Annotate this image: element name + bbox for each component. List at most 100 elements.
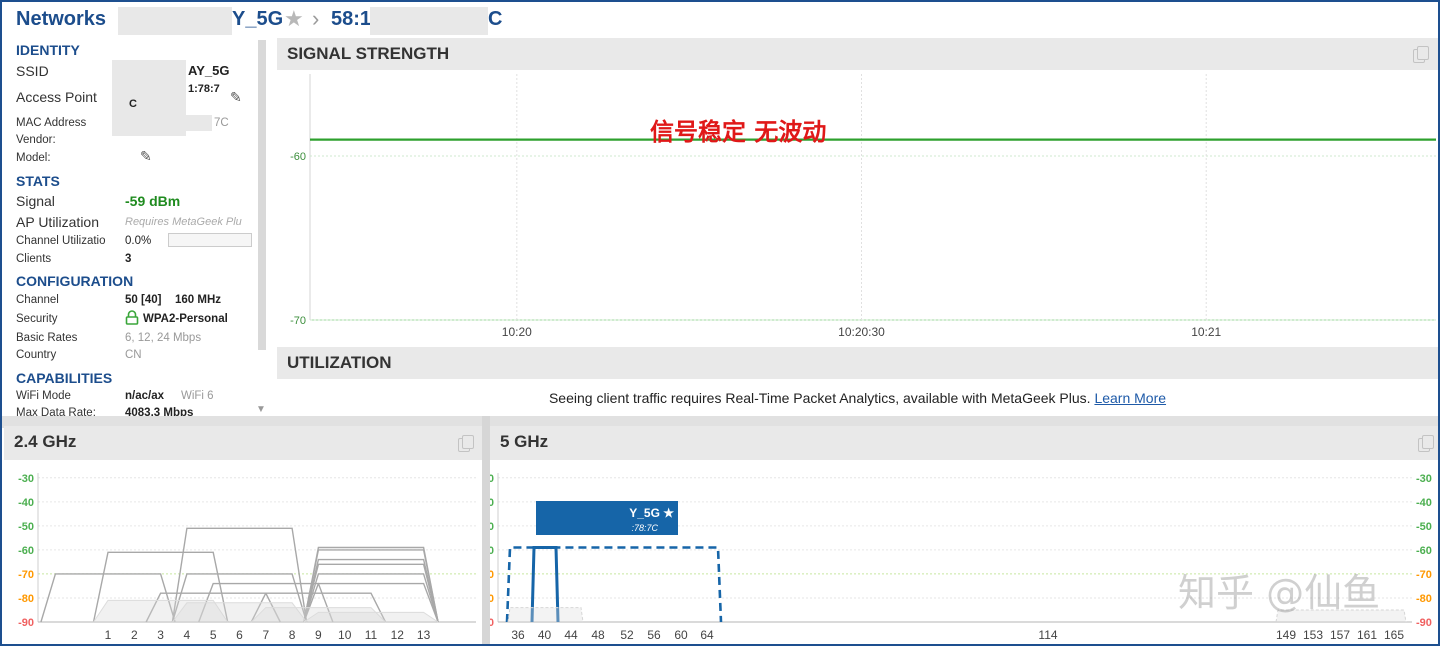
y-tick-label: -40 bbox=[490, 497, 494, 509]
breadcrumb: Networks Y_5G ★ › 58:1 C bbox=[2, 2, 1438, 38]
x-tick-label: 7 bbox=[262, 628, 269, 642]
redacted-ap-address bbox=[370, 7, 488, 35]
channel-value: 50 [40] bbox=[125, 294, 162, 306]
ssid-value: AY_5G bbox=[188, 63, 230, 78]
country-label: Country bbox=[16, 349, 57, 361]
identity-heading: IDENTITY bbox=[16, 42, 80, 58]
x-tick-label: 114 bbox=[1038, 628, 1057, 642]
security-value: WPA2-Personal bbox=[143, 313, 228, 325]
access-point-value: 1:78:7 bbox=[188, 83, 220, 95]
annotation-text: 信号稳定 无波动 bbox=[650, 118, 827, 146]
band-5-title: 5 GHz bbox=[500, 432, 549, 451]
channel-width-value: 160 MHz bbox=[175, 294, 222, 306]
basic-rates-value: 6, 12, 24 Mbps bbox=[125, 332, 202, 344]
signal-value: -59 dBm bbox=[125, 193, 181, 209]
x-tick-label: 1 bbox=[105, 628, 112, 642]
x-tick-label: 10 bbox=[338, 628, 352, 642]
y-tick-label: -70 bbox=[290, 315, 306, 327]
y-tick-label-right: -30 bbox=[1416, 473, 1432, 485]
x-tick-label: 13 bbox=[417, 628, 431, 642]
x-tick-label: 10:20:30 bbox=[838, 325, 885, 339]
x-tick-label: 12 bbox=[391, 628, 405, 642]
learn-more-link[interactable]: Learn More bbox=[1094, 390, 1166, 406]
breadcrumb-networks-link[interactable]: Networks bbox=[16, 8, 106, 31]
wifi-mode-label: WiFi Mode bbox=[16, 390, 71, 402]
network-curve bbox=[303, 611, 439, 623]
redacted-label-area bbox=[536, 501, 624, 535]
edit-access-point-icon[interactable]: ✎ bbox=[230, 89, 242, 106]
mac-address-label: MAC Address bbox=[16, 117, 87, 129]
band-splitter[interactable] bbox=[482, 416, 490, 644]
x-tick-label: 3 bbox=[157, 628, 164, 642]
x-tick-label: 2 bbox=[131, 628, 138, 642]
basic-rates-label: Basic Rates bbox=[16, 332, 78, 344]
x-tick-label: 165 bbox=[1384, 628, 1404, 642]
utilization-header: UTILIZATION bbox=[277, 347, 1438, 379]
utilization-message-text: Seeing client traffic requires Real-Time… bbox=[548, 390, 1091, 406]
y-tick-label-right: -40 bbox=[1416, 497, 1432, 509]
x-tick-label: 52 bbox=[620, 628, 634, 642]
favorite-star-icon[interactable]: ★ bbox=[284, 6, 304, 32]
channel-utilization-label: Channel Utilizatio bbox=[16, 235, 106, 247]
x-tick-label: 10:20 bbox=[502, 325, 532, 339]
x-tick-label: 56 bbox=[647, 628, 661, 642]
clients-label: Clients bbox=[16, 253, 52, 265]
y-tick-label: -80 bbox=[18, 593, 34, 605]
x-tick-label: 44 bbox=[564, 628, 578, 642]
access-point-value-line2: C bbox=[129, 98, 137, 110]
details-scrollbar[interactable] bbox=[258, 40, 266, 350]
country-value: CN bbox=[125, 349, 142, 361]
model-label: Model: bbox=[16, 152, 51, 164]
y-tick-label: -80 bbox=[490, 593, 494, 605]
utilization-title: UTILIZATION bbox=[287, 353, 392, 372]
x-tick-label: 48 bbox=[591, 628, 605, 642]
y-tick-label: -60 bbox=[290, 151, 306, 163]
scroll-down-arrow-icon[interactable]: ▼ bbox=[256, 404, 266, 415]
copy-icon[interactable] bbox=[458, 435, 474, 452]
redacted-network-name bbox=[118, 7, 232, 35]
capabilities-heading: CAPABILITIES bbox=[16, 370, 113, 386]
x-tick-label: 149 bbox=[1276, 628, 1296, 642]
ssid-label: SSID bbox=[16, 63, 49, 79]
x-tick-label: 153 bbox=[1303, 628, 1323, 642]
chevron-right-icon: › bbox=[312, 6, 320, 31]
clients-value: 3 bbox=[125, 253, 132, 265]
stats-heading: STATS bbox=[16, 173, 60, 189]
x-tick-label: 157 bbox=[1330, 628, 1350, 642]
breadcrumb-access-point-suffix: C bbox=[488, 8, 503, 30]
x-tick-label: 10:21 bbox=[1191, 325, 1221, 339]
max-data-rate-label: Max Data Rate: bbox=[16, 407, 96, 416]
x-tick-label: 161 bbox=[1357, 628, 1377, 642]
signal-strength-chart: -60 -70 10:20 10:20:30 10:21 bbox=[290, 74, 1436, 339]
lock-icon bbox=[125, 310, 139, 325]
breadcrumb-access-point: 58:1 bbox=[331, 8, 372, 30]
copy-icon[interactable] bbox=[1418, 435, 1434, 452]
breadcrumb-network-name[interactable]: Y_5G bbox=[232, 8, 283, 31]
band-5-header: 5 GHz bbox=[490, 426, 1438, 460]
app-window: Networks Y_5G ★ › 58:1 C IDENTITY SSID A… bbox=[0, 0, 1440, 646]
channel-label: Channel bbox=[16, 294, 59, 306]
x-tick-label: 8 bbox=[289, 628, 296, 642]
y-tick-label: -30 bbox=[490, 473, 494, 485]
y-tick-label: -60 bbox=[18, 545, 34, 557]
details-panel[interactable]: IDENTITY SSID AY_5G Access Point 1:78:7 … bbox=[2, 38, 272, 416]
y-tick-label: -60 bbox=[490, 545, 494, 557]
x-tick-label: 40 bbox=[538, 628, 552, 642]
y-tick-label: -50 bbox=[18, 521, 34, 533]
band-24-header: 2.4 GHz bbox=[4, 426, 482, 460]
network-curve bbox=[507, 607, 584, 623]
selected-network-label: Y_5G ★ bbox=[629, 506, 674, 520]
channel-utilization-value: 0.0% bbox=[125, 235, 152, 247]
x-tick-label: 64 bbox=[700, 628, 714, 642]
copy-icon[interactable] bbox=[1413, 46, 1429, 63]
channel-utilization-bar bbox=[168, 233, 252, 247]
x-tick-label: 60 bbox=[674, 628, 688, 642]
signal-strength-title: SIGNAL STRENGTH bbox=[287, 44, 450, 63]
y-tick-label: -50 bbox=[490, 521, 494, 533]
ap-utilization-value: Requires MetaGeek Plu bbox=[125, 216, 242, 228]
band-24-chart: -30-40-50-60-70-80-901 2 3 4 5 6 7 8 9 10 11 12 13 bbox=[18, 473, 476, 642]
vendor-label: Vendor: bbox=[16, 134, 56, 146]
edit-model-icon[interactable]: ✎ bbox=[140, 148, 152, 165]
band-5-chart[interactable]: -30 -30 -40 -40 -50 -50 -60 -60 -70 -70 -80 -80 -90 -… bbox=[490, 460, 1438, 646]
redacted-mac-address bbox=[112, 115, 212, 131]
